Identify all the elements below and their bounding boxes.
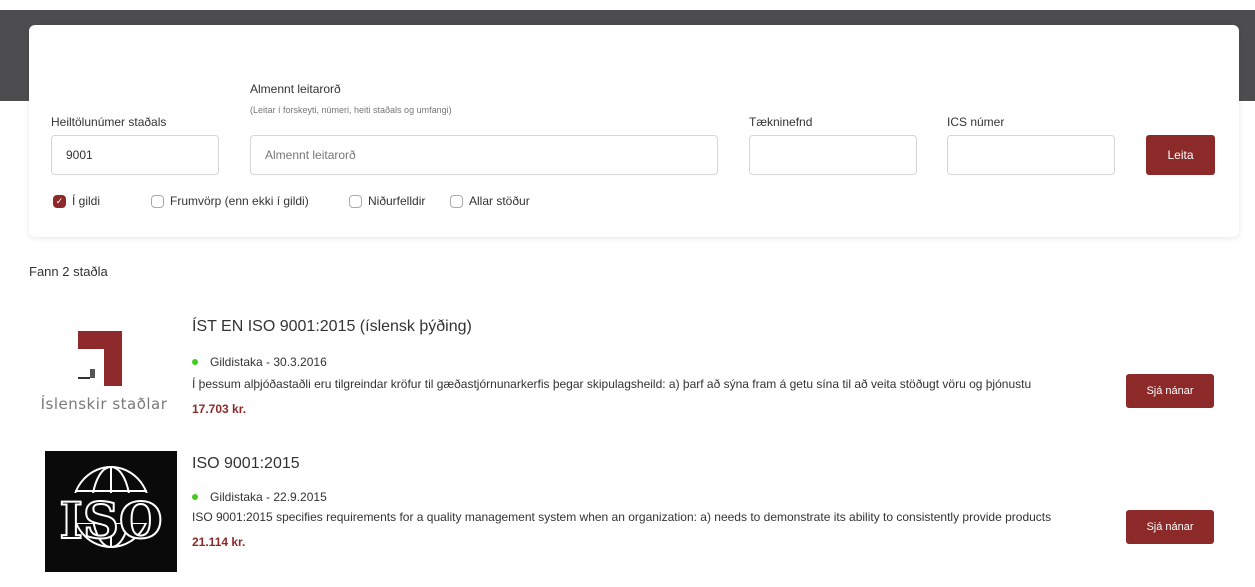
status-filter-all[interactable]: Allar stöður	[450, 191, 530, 211]
status-filter-label: Frumvörp (enn ekki í gildi)	[170, 194, 309, 208]
status-text: Gildistaka - 30.3.2016	[210, 355, 327, 369]
status-filter-label: Í gildi	[72, 194, 101, 208]
iso-logo: ISO	[45, 451, 177, 572]
status-dot-icon	[192, 359, 198, 365]
result-status: Gildistaka - 22.9.2015	[192, 490, 327, 504]
status-filter-label: Niðurfelldir	[368, 194, 426, 208]
result-title[interactable]: ISO 9001:2015	[192, 455, 300, 473]
status-text: Gildistaka - 22.9.2015	[210, 490, 327, 504]
checkbox-checked-icon[interactable]	[53, 194, 66, 208]
result-item: ISO ISO 9001:2015 Gildistaka - 22.9.2015…	[0, 445, 1255, 575]
checkbox-icon[interactable]	[151, 194, 164, 208]
status-dot-icon	[192, 494, 198, 500]
checkbox-icon[interactable]	[349, 194, 362, 208]
iso-wordmark: ISO	[59, 491, 162, 550]
result-description: Í þessum alþjóðastaðli eru tilgreindar k…	[192, 377, 1032, 391]
committee-input[interactable]	[749, 135, 917, 175]
results-count: Fann 2 staðla	[29, 264, 108, 279]
islenskir-stadlar-logo: Íslenskir staðlar	[29, 310, 179, 415]
search-panel: Heiltölunúmer staðals Almennt leitarorð …	[29, 25, 1239, 237]
result-status: Gildistaka - 30.3.2016	[192, 355, 327, 369]
status-filter-label: Allar stöður	[469, 194, 530, 208]
result-description: ISO 9001:2015 specifies requirements for…	[192, 510, 1052, 524]
details-button[interactable]: Sjá nánar	[1126, 510, 1214, 544]
details-button[interactable]: Sjá nánar	[1126, 374, 1214, 408]
status-filter-drafts[interactable]: Frumvörp (enn ekki í gildi)	[151, 191, 309, 211]
general-hint: (Leitar í forskeyti, númeri, heiti staða…	[250, 105, 452, 115]
result-price: 17.703 kr.	[192, 402, 247, 416]
committee-label: Tækninefnd	[749, 115, 813, 129]
general-label: Almennt leitarorð	[250, 82, 341, 96]
status-filter-in-force[interactable]: Í gildi	[53, 191, 100, 211]
ics-label: ICS númer	[947, 115, 1005, 129]
logo-wordmark: Íslenskir staðlar	[41, 394, 168, 413]
checkbox-icon[interactable]	[450, 194, 463, 208]
status-filter-withdrawn[interactable]: Niðurfelldir	[349, 191, 425, 211]
result-title[interactable]: ÍST EN ISO 9001:2015 (íslensk þýðing)	[192, 318, 472, 336]
result-price: 21.114 kr.	[192, 535, 246, 549]
result-item: Íslenskir staðlar ÍST EN ISO 9001:2015 (…	[0, 310, 1255, 440]
number-input[interactable]	[51, 135, 219, 175]
number-label: Heiltölunúmer staðals	[51, 115, 167, 129]
general-search-input[interactable]	[250, 135, 718, 175]
ics-input[interactable]	[947, 135, 1115, 175]
search-button[interactable]: Leita	[1146, 135, 1215, 175]
